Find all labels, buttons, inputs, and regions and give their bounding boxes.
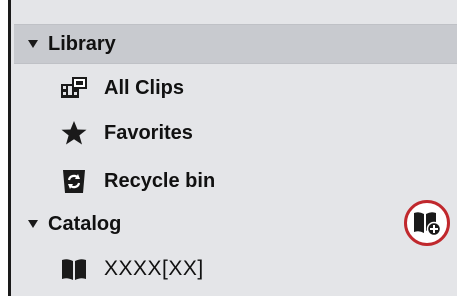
star-icon (60, 119, 88, 147)
library-item-recycle-bin[interactable]: Recycle bin (14, 161, 454, 201)
catalog-book-icon (60, 255, 88, 283)
all-clips-label: All Clips (104, 76, 185, 99)
add-catalog-button[interactable] (404, 200, 450, 246)
collapse-triangle-icon[interactable] (28, 220, 38, 228)
recycle-bin-label: Recycle bin (104, 169, 216, 192)
library-item-favorites[interactable]: Favorites (14, 113, 454, 153)
favorites-label: Favorites (104, 121, 193, 144)
page: Library All Clips Favorites Recycle bin … (0, 0, 457, 296)
library-panel: Library All Clips Favorites Recycle bin … (8, 0, 457, 296)
library-item-all-clips[interactable]: All Clips (14, 68, 454, 108)
clips-icon (60, 74, 88, 102)
catalog-item-label: XXXX[XX] (104, 257, 204, 280)
recycle-bin-icon (60, 167, 88, 195)
library-section-header[interactable]: Library (14, 24, 457, 64)
library-header-label: Library (48, 32, 116, 55)
collapse-triangle-icon[interactable] (28, 40, 38, 48)
catalog-section-header[interactable]: Catalog (14, 204, 457, 244)
catalog-header-label: Catalog (48, 212, 122, 235)
add-catalog-icon (412, 209, 442, 237)
catalog-item[interactable]: XXXX[XX] (14, 249, 454, 289)
